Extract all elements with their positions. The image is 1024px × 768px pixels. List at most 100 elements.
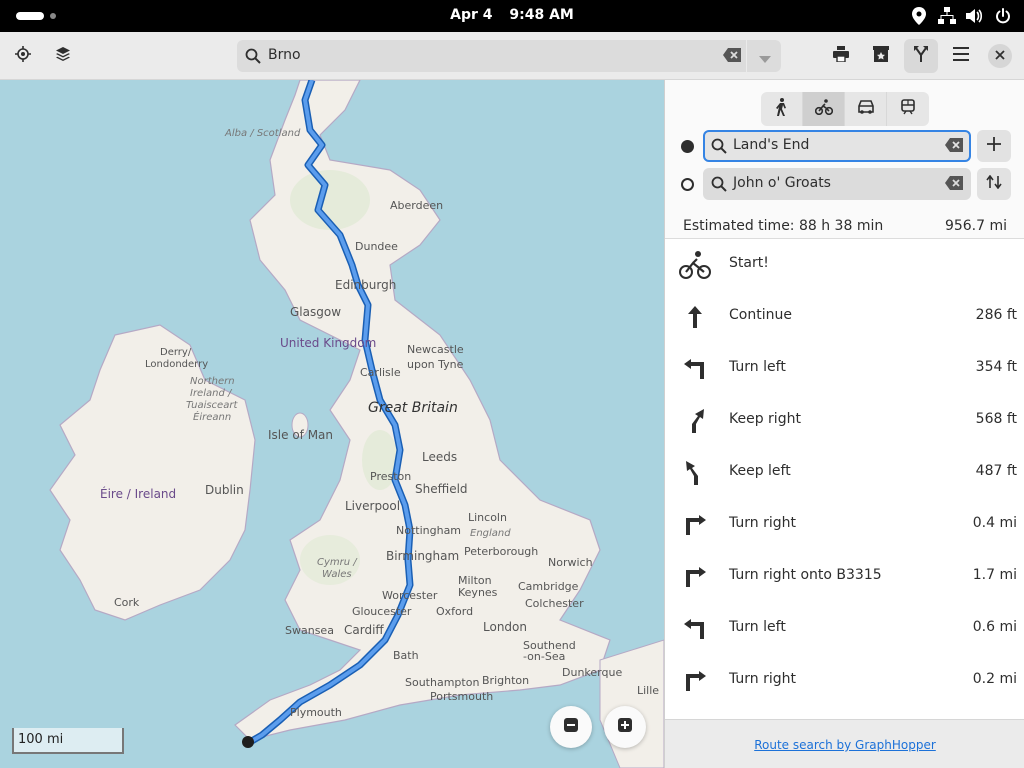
turn-left-icon xyxy=(679,613,711,645)
map-label-nottingham: Nottingham xyxy=(396,524,462,537)
place-search[interactable]: Brno xyxy=(237,40,781,72)
map-label-derry-2: Londonderry xyxy=(145,359,209,370)
turn-right-icon xyxy=(679,509,711,541)
map-label-birmingham: Birmingham xyxy=(386,549,460,563)
step-distance: 1.7 mi xyxy=(972,567,1017,583)
map-label-southampton: Southampton xyxy=(405,676,480,689)
step-instruction: Start! xyxy=(729,255,769,271)
map-label-swansea: Swansea xyxy=(285,624,334,637)
map-label-southend-2: -on-Sea xyxy=(523,650,566,663)
graphhopper-link[interactable]: Route search by GraphHopper xyxy=(665,738,1024,752)
map-label-alba: Alba / Scotland xyxy=(225,128,301,139)
search-icon xyxy=(711,176,727,196)
mode-transit-button[interactable] xyxy=(887,92,929,126)
keep-left-icon xyxy=(679,457,711,489)
map-label-london: London xyxy=(483,620,527,634)
map-label-carlisle: Carlisle xyxy=(360,366,401,379)
print-icon xyxy=(833,46,849,66)
locate-button[interactable] xyxy=(6,39,40,73)
locate-icon xyxy=(15,46,31,66)
clock-date: Apr 4 xyxy=(450,7,493,23)
route-button[interactable] xyxy=(904,39,938,73)
clear-search-icon[interactable] xyxy=(723,48,741,66)
map-label-cardiff: Cardiff xyxy=(344,623,384,637)
mode-bike-button[interactable] xyxy=(803,92,845,126)
map-label-sheffield: Sheffield xyxy=(415,482,468,496)
map-label-plymouth: Plymouth xyxy=(290,706,342,719)
route-step[interactable]: Turn right onto B3315 1.7 mi xyxy=(665,551,1024,603)
turn-left-icon xyxy=(679,353,711,385)
close-window-button[interactable] xyxy=(988,44,1012,68)
add-waypoint-button[interactable] xyxy=(977,130,1011,162)
system-tray[interactable] xyxy=(910,6,1012,26)
volume-icon xyxy=(966,6,984,26)
step-instruction: Turn left xyxy=(729,619,786,635)
map-label-newcastle-2: upon Tyne xyxy=(407,358,464,371)
clear-from-icon[interactable] xyxy=(945,138,963,156)
route-step[interactable]: Turn left 0.6 mi xyxy=(665,603,1024,655)
from-input[interactable]: Land's End xyxy=(733,137,809,153)
clock[interactable]: Apr 4 9:48 AM xyxy=(0,7,1024,23)
chevron-down-icon[interactable] xyxy=(759,52,771,68)
map-label-aberdeen: Aberdeen xyxy=(390,199,444,212)
step-instruction: Turn right xyxy=(729,515,797,531)
step-distance: 487 ft xyxy=(975,463,1017,479)
header-bar: Brno xyxy=(0,32,1024,80)
power-icon xyxy=(994,6,1012,26)
favorites-button[interactable] xyxy=(864,39,898,73)
route-step[interactable]: Turn left 354 ft xyxy=(665,343,1024,395)
step-instruction: Keep right xyxy=(729,411,801,427)
map-label-ni-2: Ireland / xyxy=(190,388,232,399)
main-menu-button[interactable] xyxy=(944,39,978,73)
from-field[interactable]: Land's End xyxy=(703,130,971,162)
attribution-footer: Route search by GraphHopper xyxy=(665,719,1024,768)
map-label-cork: Cork xyxy=(114,596,140,609)
route-step[interactable]: Start! xyxy=(665,239,1024,291)
search-input[interactable]: Brno xyxy=(268,47,301,63)
map-scale: 100 mi xyxy=(12,728,124,754)
step-distance: 568 ft xyxy=(975,411,1017,427)
to-field[interactable]: John o' Groats xyxy=(703,168,971,200)
step-distance: 0.6 mi xyxy=(972,619,1017,635)
to-input[interactable]: John o' Groats xyxy=(733,175,831,191)
step-instruction: Turn right xyxy=(729,671,797,687)
reverse-route-button[interactable] xyxy=(977,168,1011,200)
map-label-united-kingdom: United Kingdom xyxy=(280,336,377,350)
mode-walk-button[interactable] xyxy=(761,92,803,126)
map-label-lille: Lille xyxy=(637,684,660,697)
route-step[interactable]: Keep left 487 ft xyxy=(665,447,1024,499)
layers-button[interactable] xyxy=(46,39,80,73)
estimated-time: Estimated time: 88 h 38 min xyxy=(683,218,884,234)
map-label-preston: Preston xyxy=(370,470,412,483)
search-icon xyxy=(245,48,261,68)
map-label-cymru-1: Cymru / xyxy=(317,557,357,568)
clear-to-icon[interactable] xyxy=(945,176,963,194)
route-panel: Land's End John o' Groats Estimated time… xyxy=(664,80,1024,768)
map-label-lincoln: Lincoln xyxy=(468,511,507,524)
step-distance: 354 ft xyxy=(975,359,1017,375)
map-label-newcastle-1: Newcastle xyxy=(407,343,464,356)
print-button[interactable] xyxy=(824,39,858,73)
route-step[interactable]: Continue 286 ft xyxy=(665,291,1024,343)
route-step[interactable]: Turn right 0.4 mi xyxy=(665,499,1024,551)
route-step[interactable]: Turn right 0.2 mi xyxy=(665,655,1024,707)
menu-icon xyxy=(953,47,969,65)
total-distance: 956.7 mi xyxy=(944,218,1007,234)
keep-right-icon xyxy=(679,405,711,437)
map-label-oxford: Oxford xyxy=(436,605,474,618)
turn-right-icon xyxy=(679,665,711,697)
turn-right-icon xyxy=(679,561,711,593)
waypoint-to: John o' Groats xyxy=(665,168,1024,202)
transit-icon xyxy=(901,99,915,119)
step-distance: 286 ft xyxy=(975,307,1017,323)
map-label-great-britain: Great Britain xyxy=(368,400,458,416)
zoom-in-button[interactable] xyxy=(604,706,646,748)
map-label-edinburgh: Edinburgh xyxy=(335,278,397,292)
map-label-isle-of-man: Isle of Man xyxy=(268,428,334,442)
map-label-milton-2: Keynes xyxy=(458,586,498,599)
route-step[interactable]: Keep right 568 ft xyxy=(665,395,1024,447)
route-instructions: Start! Continue 286 ft Turn left 354 ft … xyxy=(665,239,1024,719)
map-view[interactable]: Alba / Scotland Aberdeen Dundee Edinburg… xyxy=(0,80,664,768)
mode-car-button[interactable] xyxy=(845,92,887,126)
zoom-out-button[interactable] xyxy=(550,706,592,748)
